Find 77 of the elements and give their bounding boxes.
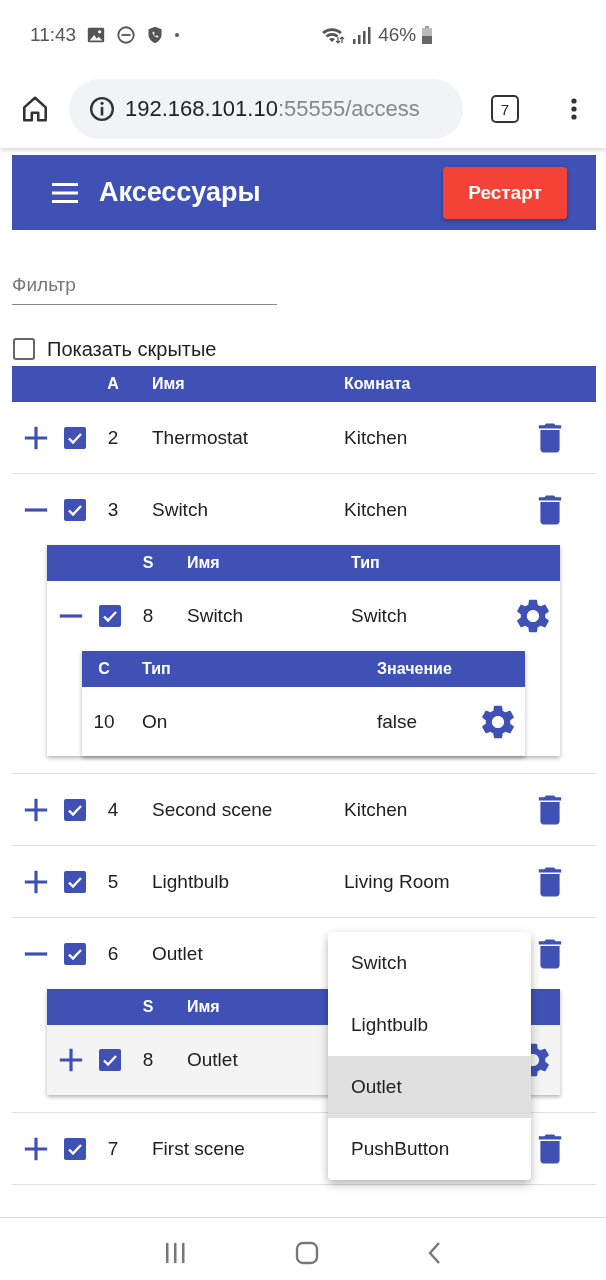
settings-icon[interactable] bbox=[481, 704, 515, 739]
menu-item[interactable]: Switch bbox=[328, 932, 531, 994]
filter-field[interactable]: Фильтр bbox=[12, 266, 277, 305]
checkbox[interactable] bbox=[63, 869, 87, 894]
checkbox[interactable] bbox=[12, 337, 36, 361]
more-icon[interactable] bbox=[571, 97, 577, 121]
column-header: Значение bbox=[376, 660, 453, 678]
checkbox[interactable] bbox=[63, 497, 87, 522]
restart-button[interactable]: Рестарт bbox=[443, 166, 567, 219]
column-header: Имя bbox=[186, 998, 221, 1016]
table-cell-text: Outlet bbox=[151, 942, 204, 965]
back-icon[interactable] bbox=[428, 1240, 442, 1265]
info-icon[interactable] bbox=[89, 96, 115, 122]
address-bar[interactable]: 192.168.101.10:55555/access bbox=[69, 79, 463, 139]
table-cell-text: Kitchen bbox=[343, 426, 409, 449]
table-cell-text: Switch bbox=[350, 605, 408, 627]
table-cell-text: Living Room bbox=[343, 870, 451, 893]
checkbox[interactable] bbox=[63, 425, 87, 450]
delete-icon[interactable] bbox=[536, 1132, 564, 1165]
column-header: Имя bbox=[186, 554, 221, 572]
menu-icon[interactable] bbox=[52, 180, 78, 205]
checkbox-label: Показать скрытые bbox=[47, 337, 217, 361]
column-header: Тип bbox=[350, 554, 381, 572]
battery-level: 46% bbox=[378, 24, 417, 46]
table-cell-text: Switch bbox=[151, 498, 209, 521]
delete-icon[interactable] bbox=[536, 493, 564, 526]
menu-item[interactable]: Outlet bbox=[328, 1056, 531, 1118]
delete-icon[interactable] bbox=[536, 421, 564, 454]
home-icon[interactable] bbox=[20, 94, 50, 124]
table-cell-text: 3 bbox=[106, 498, 120, 521]
table-cell-text: 4 bbox=[106, 798, 120, 821]
recent-apps-icon[interactable] bbox=[164, 1241, 186, 1264]
table-cell-text: Thermostat bbox=[151, 426, 250, 449]
table-cell-text: 6 bbox=[106, 942, 120, 965]
checkbox[interactable] bbox=[63, 797, 87, 822]
table-cell-text: Switch bbox=[186, 605, 244, 627]
url-text: 192.168.101.10:55555/access bbox=[125, 96, 420, 122]
table-cell-text: On bbox=[141, 710, 169, 733]
checkbox[interactable] bbox=[98, 604, 122, 628]
table-cell-text: false bbox=[376, 710, 419, 733]
dot-icon bbox=[174, 32, 181, 38]
table-cell-text: Kitchen bbox=[343, 798, 409, 821]
table-cell-text: 5 bbox=[106, 870, 120, 893]
table-cell-text: 8 bbox=[141, 605, 155, 627]
clock: 11:43 bbox=[30, 24, 77, 46]
checkbox[interactable] bbox=[98, 1048, 122, 1072]
column-header: Имя bbox=[151, 375, 186, 393]
table-cell-text: 7 bbox=[106, 1137, 120, 1160]
column-header: Комната bbox=[343, 375, 412, 393]
column-header: S bbox=[141, 554, 155, 572]
table-cell-text: Lightbulb bbox=[151, 870, 231, 893]
shield-icon bbox=[146, 25, 165, 45]
delete-icon[interactable] bbox=[536, 793, 564, 826]
menu-item[interactable]: Lightbulb bbox=[328, 994, 531, 1056]
column-header: S bbox=[141, 998, 155, 1016]
column-header: C bbox=[97, 660, 111, 678]
column-header: Тип bbox=[141, 660, 172, 678]
column-header: A bbox=[106, 375, 120, 393]
menu-item[interactable]: PushButton bbox=[328, 1118, 531, 1180]
table-cell-text: Second scene bbox=[151, 798, 274, 821]
table-cell-text: 2 bbox=[106, 426, 120, 449]
checkbox[interactable] bbox=[63, 1136, 87, 1161]
signal-icon bbox=[352, 25, 373, 45]
image-icon bbox=[86, 25, 107, 45]
table-cell-text: Outlet bbox=[186, 1049, 239, 1071]
do-not-disturb-icon bbox=[116, 25, 137, 45]
table-cell-text: First scene bbox=[151, 1137, 246, 1160]
settings-icon[interactable] bbox=[516, 599, 550, 633]
table-cell-text: 10 bbox=[92, 710, 116, 733]
table-cell-text: 8 bbox=[141, 1049, 155, 1071]
page-title: Аксессуары bbox=[99, 177, 262, 208]
delete-icon[interactable] bbox=[536, 865, 564, 898]
table-cell-text: Kitchen bbox=[343, 498, 409, 521]
checkbox[interactable] bbox=[63, 941, 87, 966]
tab-count[interactable]: 7 bbox=[491, 95, 519, 123]
battery-icon bbox=[422, 26, 433, 44]
delete-icon[interactable] bbox=[536, 937, 564, 970]
